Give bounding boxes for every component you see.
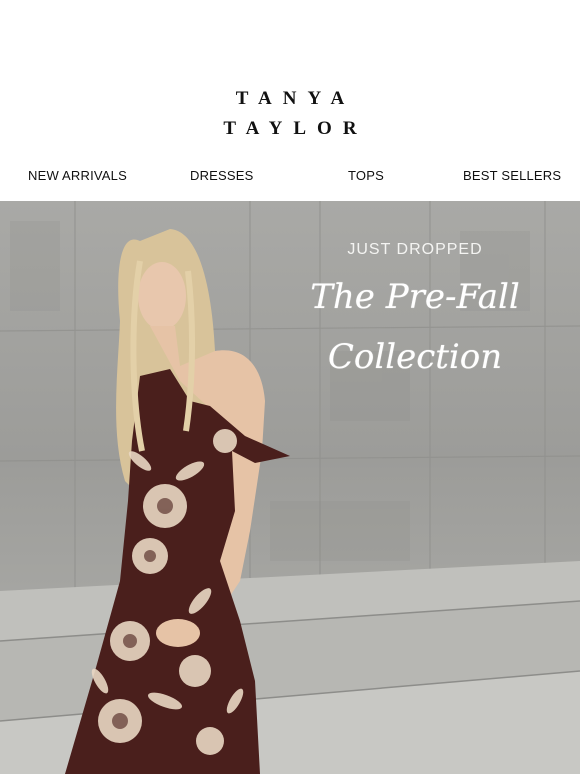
nav-new-arrivals[interactable]: NEW ARRIVALS <box>28 168 127 183</box>
brand-logo-line-2: TAYLOR <box>223 118 368 139</box>
hero-headline: JUST DROPPED The Pre-Fall Collection <box>290 241 540 379</box>
nav-tops[interactable]: TOPS <box>348 168 384 183</box>
hero-title-line-1: The Pre-Fall <box>310 277 520 317</box>
main-nav: NEW ARRIVALS DRESSES TOPS BEST SELLERS <box>0 168 580 192</box>
hero-kicker: JUST DROPPED <box>347 241 483 258</box>
nav-dresses[interactable]: DRESSES <box>190 168 254 183</box>
hero-banner[interactable]: JUST DROPPED The Pre-Fall Collection <box>0 201 580 774</box>
brand-logo[interactable]: TANYA TAYLOR <box>0 84 580 144</box>
model-face <box>138 262 186 330</box>
nav-best-sellers[interactable]: BEST SELLERS <box>463 168 561 183</box>
model-hand <box>156 619 200 647</box>
email-header: TANYA TAYLOR <box>0 0 580 160</box>
hero-title-line-2: Collection <box>327 337 503 377</box>
brand-logo-line-1: TANYA <box>235 88 356 109</box>
